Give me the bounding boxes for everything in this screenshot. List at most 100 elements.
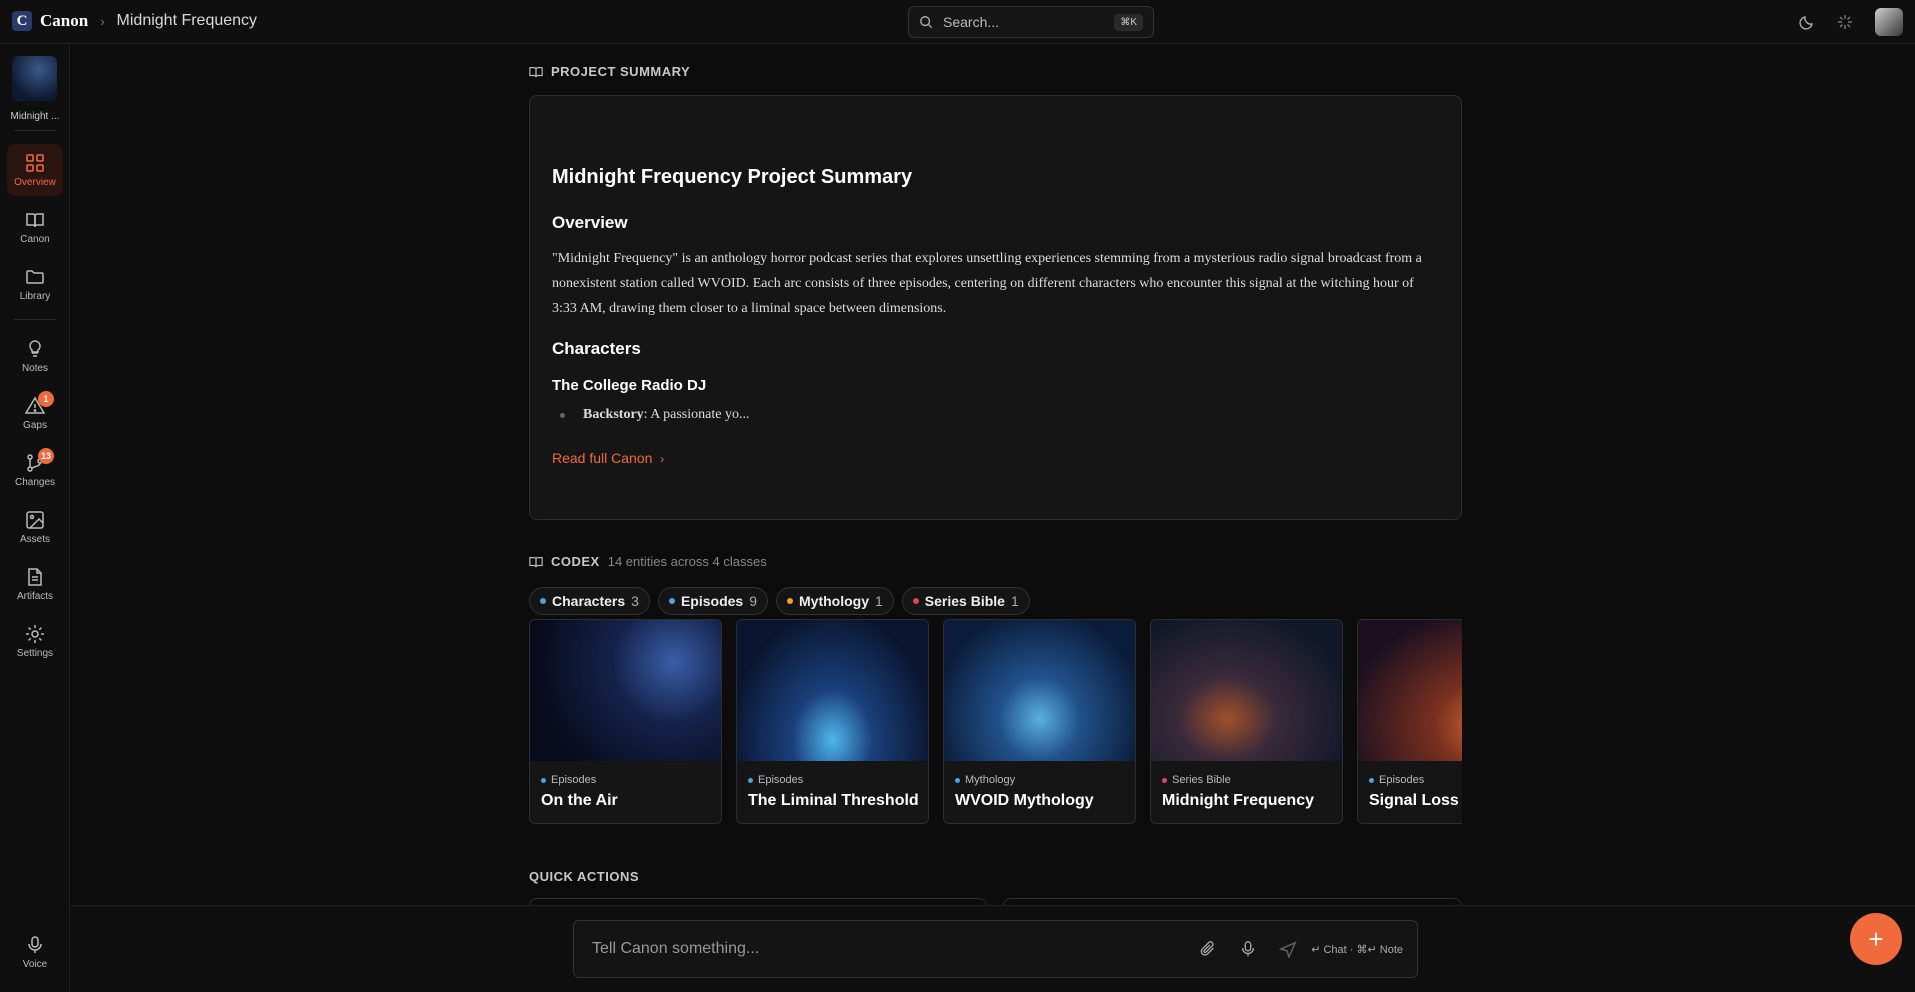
breadcrumb-separator: ›	[100, 13, 105, 29]
chip-label: Mythology	[799, 593, 869, 609]
entity-name: The Liminal Threshold	[748, 792, 919, 809]
codex-filter-chips: Characters 3 Episodes 9 Mythology 1 Seri…	[529, 587, 1030, 615]
chip-count: 1	[875, 593, 883, 609]
changes-badge: 13	[37, 448, 54, 464]
bullet-value: : A passionate yo...	[643, 407, 750, 422]
send-icon[interactable]	[1279, 940, 1297, 958]
project-thumbnail[interactable]	[12, 56, 57, 101]
project-summary-card: Midnight Frequency Project Summary Overv…	[529, 95, 1462, 520]
codex-header: CODEX 14 entities across 4 classes	[529, 554, 767, 569]
microphone-icon	[28, 936, 42, 953]
entity-image	[944, 620, 1135, 761]
category-label: Series Bible	[1172, 774, 1231, 786]
entity-category: Episodes	[1369, 774, 1424, 786]
chip-dot	[912, 598, 919, 604]
sidebar-item-artifacts[interactable]: Artifacts	[7, 558, 63, 610]
category-dot	[748, 777, 753, 783]
moon-icon[interactable]	[1799, 14, 1815, 30]
microphone-icon[interactable]	[1239, 940, 1257, 958]
composer-shortcut-hint: ↵ Chat · ⌘↵ Note	[1311, 944, 1403, 956]
category-dot	[955, 777, 960, 783]
entity-card[interactable]: Episodes On the Air	[529, 619, 722, 824]
composer-input[interactable]: Tell Canon something... ↵ Chat · ⌘↵ Note	[573, 920, 1418, 978]
entity-image	[1151, 620, 1342, 761]
voice-button[interactable]: Voice	[0, 935, 70, 970]
chip-label: Characters	[552, 593, 626, 609]
composer-placeholder: Tell Canon something...	[592, 940, 760, 957]
codex-cards: Episodes On the Air Episodes The Liminal…	[529, 619, 1462, 824]
paperclip-icon[interactable]	[1199, 940, 1217, 958]
entity-image	[1358, 620, 1462, 761]
entity-card[interactable]: Episodes The Liminal Threshold	[736, 619, 929, 824]
gear-icon	[26, 624, 44, 643]
sidebar-item-overview[interactable]: Overview	[7, 144, 63, 196]
entity-name: Signal Loss	[1369, 792, 1459, 809]
read-more-label: Read full Canon	[552, 450, 653, 466]
category-label: Mythology	[965, 774, 1016, 786]
entity-image	[530, 620, 721, 761]
app-name[interactable]: Canon	[40, 11, 88, 31]
chip-label: Series Bible	[924, 593, 1005, 609]
top-actions	[1799, 8, 1903, 36]
chip-count: 9	[749, 593, 757, 609]
sidebar-item-label: Notes	[21, 362, 49, 374]
sidebar-item-library[interactable]: Library	[7, 258, 63, 310]
category-dot	[541, 777, 546, 783]
chip-mythology[interactable]: Mythology 1	[776, 587, 894, 615]
section-title: PROJECT SUMMARY	[551, 64, 691, 79]
entity-image	[737, 620, 928, 761]
category-label: Episodes	[1379, 774, 1425, 786]
sidebar-item-label: Settings	[16, 647, 54, 659]
book-icon	[529, 556, 543, 567]
sidebar-item-label: Library	[19, 290, 51, 302]
sidebar-item-settings[interactable]: Settings	[7, 615, 63, 667]
chip-count: 1	[1010, 593, 1019, 609]
section-title: CODEX	[551, 554, 600, 569]
entity-card[interactable]: Series Bible Midnight Frequency	[1150, 619, 1343, 824]
chip-dot	[787, 598, 793, 604]
sidebar-item-changes[interactable]: Changes 13	[7, 444, 63, 496]
breadcrumb-project[interactable]: Midnight Frequency	[117, 12, 258, 30]
project-label[interactable]: Midnight ...	[0, 111, 70, 122]
chip-count: 3	[631, 593, 639, 609]
chip-label: Episodes	[680, 593, 744, 609]
voice-label: Voice	[22, 959, 48, 970]
entity-name: WVOID Mythology	[955, 792, 1094, 809]
grid-icon	[26, 153, 44, 172]
codex-subtitle: 14 entities across 4 classes	[607, 554, 767, 569]
folder-icon	[26, 269, 44, 284]
composer-actions	[1199, 940, 1297, 958]
sidebar-item-label: Gaps	[23, 419, 47, 431]
chip-characters[interactable]: Characters 3	[529, 587, 650, 615]
chip-dot	[668, 598, 675, 604]
characters-heading: Characters	[552, 339, 641, 358]
search-shortcut: ⌘K	[1114, 13, 1143, 31]
category-dot	[1162, 777, 1167, 783]
entity-category: Series Bible	[1162, 774, 1231, 786]
add-button[interactable]: +	[1850, 913, 1902, 965]
avatar[interactable]	[1875, 8, 1903, 36]
entity-card[interactable]: Mythology WVOID Mythology	[943, 619, 1136, 824]
sidebar-item-label: Assets	[19, 533, 50, 545]
sidebar-item-assets[interactable]: Assets	[7, 501, 63, 553]
sidebar-item-notes[interactable]: Notes	[7, 330, 63, 382]
overview-heading: Overview	[552, 213, 628, 232]
chip-episodes[interactable]: Episodes 9	[657, 587, 768, 615]
sidebar-item-canon[interactable]: Canon	[7, 201, 63, 253]
book-icon	[26, 212, 44, 227]
sidebar-divider	[14, 130, 56, 131]
read-full-canon-link[interactable]: Read full Canon ›	[552, 450, 664, 466]
entity-card[interactable]: Episodes Signal Loss	[1357, 619, 1462, 824]
brand[interactable]: C Canon › Midnight Frequency	[12, 11, 257, 31]
chip-series-bible[interactable]: Series Bible 1	[901, 587, 1030, 615]
search-input[interactable]: Search... ⌘K	[908, 6, 1154, 38]
sidebar-item-label: Overview	[14, 176, 56, 188]
project-summary-header: PROJECT SUMMARY	[529, 64, 690, 79]
sidebar-item-gaps[interactable]: Gaps 1	[7, 387, 63, 439]
sparkle-icon[interactable]	[1837, 14, 1853, 30]
entity-category: Episodes	[748, 774, 803, 786]
canon-logo[interactable]: C	[12, 11, 32, 31]
image-icon	[26, 510, 44, 529]
search-icon	[920, 16, 933, 29]
category-label: Episodes	[551, 774, 597, 786]
